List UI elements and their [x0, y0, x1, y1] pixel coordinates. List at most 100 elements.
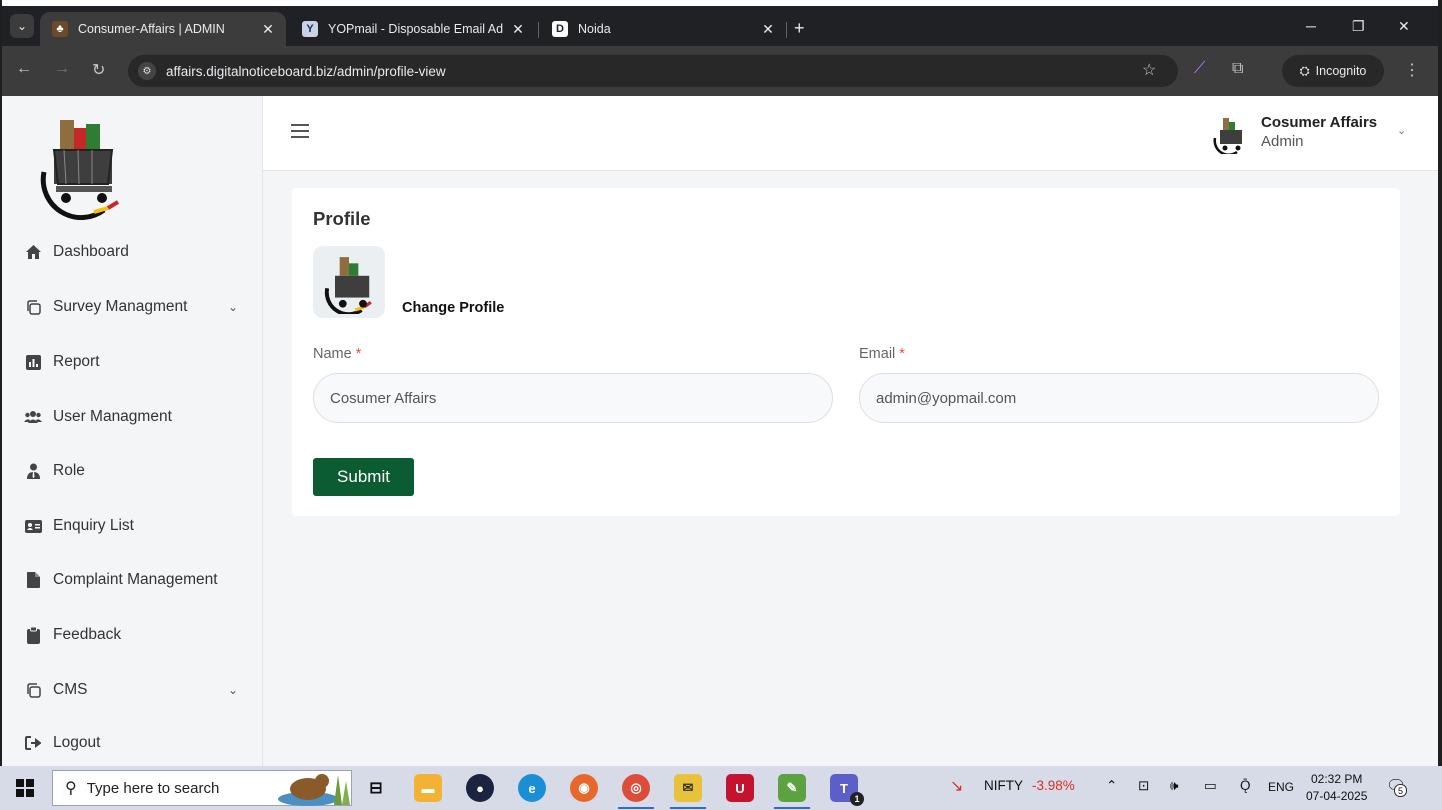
chevron-up-icon[interactable]: ⌃	[1106, 778, 1117, 794]
close-tab-icon[interactable]: ✕	[758, 21, 778, 38]
minimize-icon[interactable]: ─	[1306, 18, 1316, 34]
teams-icon[interactable]: T1	[830, 774, 864, 806]
forward-icon[interactable]: →	[54, 60, 70, 78]
tab-noida[interactable]: D Noida ✕	[540, 12, 786, 46]
back-icon[interactable]: ←	[16, 60, 32, 78]
sidebar-item-logout[interactable]: Logout	[24, 729, 244, 757]
sidebar-item-cms[interactable]: CMS ⌄	[24, 676, 244, 704]
windows-start-icon[interactable]	[16, 779, 34, 797]
reload-icon[interactable]: ↻	[92, 60, 105, 80]
yopmail-favicon-icon: Y	[302, 21, 318, 37]
user-name[interactable]: Cosumer Affairs	[1261, 114, 1377, 131]
address-bar[interactable]: ⚙ affairs.digitalnoticeboard.biz/admin/p…	[128, 55, 1178, 87]
mcafee-icon[interactable]: U	[726, 774, 754, 802]
change-profile-link[interactable]: Change Profile	[402, 300, 504, 316]
chevron-down-icon: ⌄	[16, 19, 28, 33]
tab-title: Consumer-Affairs | ADMIN	[78, 22, 225, 36]
restore-icon[interactable]: ❐	[1352, 18, 1365, 35]
bookmark-star-icon[interactable]: ☆	[1142, 60, 1156, 80]
tab-consumer-affairs[interactable]: ♣ Consumer-Affairs | ADMIN ✕	[40, 12, 286, 46]
search-icon: ⚲	[65, 780, 77, 797]
hamburger-menu-icon[interactable]	[291, 124, 309, 138]
eclipse-icon[interactable]: ●	[466, 774, 494, 802]
incognito-icon: ⛭	[1299, 63, 1310, 78]
page-content: Dashboard Survey Managment ⌄ Report User…	[2, 96, 1438, 766]
nifty-change: -3.98%	[1032, 778, 1075, 793]
file-icon	[24, 571, 42, 589]
language-indicator[interactable]: ENG	[1268, 780, 1294, 794]
network-icon[interactable]: ⊡	[1138, 778, 1149, 794]
new-tab-button[interactable]: +	[794, 18, 805, 39]
required-mark: *	[899, 346, 905, 362]
email-field[interactable]	[859, 373, 1379, 423]
volume-icon[interactable]: 🕪	[1170, 778, 1179, 794]
incognito-indicator[interactable]: ⛭ Incognito	[1282, 55, 1384, 87]
user-tie-icon	[24, 462, 42, 480]
notifications-icon[interactable]: 🗨5	[1386, 776, 1407, 797]
battery-icon[interactable]: ▭	[1204, 778, 1217, 794]
sidebar-item-survey-managment[interactable]: Survey Managment ⌄	[24, 293, 244, 321]
page-title: Profile	[313, 208, 371, 229]
tab-search-button[interactable]: ⌄	[10, 14, 34, 38]
name-field[interactable]	[313, 373, 833, 423]
sidebar-item-dashboard[interactable]: Dashboard	[24, 238, 244, 266]
sidebar-item-role[interactable]: Role	[24, 457, 244, 485]
copy-icon	[24, 681, 42, 699]
active-app-indicator	[774, 807, 810, 809]
top-header: Cosumer Affairs Admin ⌄	[263, 96, 1438, 171]
name-label-text: Name	[313, 346, 352, 362]
feather-extension-icon[interactable]: ⟋	[1194, 60, 1205, 78]
close-window-icon[interactable]: ✕	[1398, 18, 1410, 35]
notification-count: 5	[1394, 784, 1407, 797]
system-clock[interactable]: 02:32 PM 07-04-2025	[1306, 771, 1367, 805]
beaver-search-highlight-icon	[278, 774, 350, 806]
chevron-down-icon: ⌄	[227, 683, 238, 697]
tab-yopmail[interactable]: Y YOPmail - Disposable Email Ad ✕	[290, 12, 536, 46]
edge-icon[interactable]: e	[518, 774, 546, 802]
sidebar-item-label: Enquiry List	[53, 517, 134, 534]
nifty-label[interactable]: NIFTY	[984, 778, 1023, 793]
url-text: affairs.digitalnoticeboard.biz/admin/pro…	[166, 63, 446, 79]
sidebar-item-label: Report	[53, 353, 100, 370]
sidebar-item-complaint-management[interactable]: Complaint Management	[24, 566, 244, 594]
input-mode-icon[interactable]: Ǭ	[1240, 778, 1251, 793]
file-explorer-icon[interactable]: ▬	[414, 774, 442, 802]
teams-badge: 1	[850, 792, 864, 806]
id-card-icon	[24, 517, 42, 535]
extensions-icon[interactable]: ⧉	[1232, 60, 1243, 78]
copy-icon	[24, 298, 42, 316]
task-view-icon[interactable]: ⊟	[362, 774, 390, 802]
basket-favicon-icon: ♣	[52, 21, 68, 37]
clock-date: 07-04-2025	[1306, 789, 1368, 803]
submit-button[interactable]: Submit	[313, 458, 414, 496]
profile-image[interactable]	[313, 246, 385, 318]
active-app-indicator	[618, 807, 654, 809]
sidebar-item-user-managment[interactable]: User Managment	[24, 403, 244, 431]
sidebar-item-enquiry-list[interactable]: Enquiry List	[24, 512, 244, 540]
incognito-label: Incognito	[1315, 64, 1367, 78]
sidebar-item-label: Role	[53, 462, 85, 479]
chevron-down-icon: ⌄	[227, 300, 238, 314]
chrome-icon[interactable]: ◎	[622, 774, 650, 802]
close-tab-icon[interactable]: ✕	[508, 21, 528, 38]
close-tab-icon[interactable]: ✕	[258, 21, 278, 38]
consumer-affairs-logo	[40, 120, 120, 220]
sidebar: Dashboard Survey Managment ⌄ Report User…	[2, 96, 263, 766]
sticky-app-icon[interactable]: ✉	[674, 774, 702, 802]
sidebar-item-report[interactable]: Report	[24, 348, 244, 376]
notepad-icon[interactable]: ✎	[778, 774, 806, 802]
bar-chart-icon	[24, 353, 42, 371]
search-placeholder: Type here to search	[86, 779, 220, 797]
user-avatar[interactable]	[1211, 114, 1247, 154]
sidebar-item-label: Dashboard	[53, 243, 129, 260]
users-icon	[24, 408, 42, 426]
browser-menu-icon[interactable]: ⋮	[1404, 60, 1420, 80]
site-info-icon[interactable]: ⚙	[138, 62, 156, 80]
browser-toolbar: ← → ↻ ⚙ affairs.digitalnoticeboard.biz/a…	[2, 46, 1438, 96]
profile-card: Profile Change Profile Name * Email * Su…	[292, 188, 1400, 516]
sidebar-item-label: Survey Managment	[53, 298, 188, 315]
sidebar-item-feedback[interactable]: Feedback	[24, 621, 244, 649]
firefox-icon[interactable]: ◉	[570, 774, 598, 802]
email-label: Email *	[859, 346, 905, 362]
chevron-down-icon[interactable]: ⌄	[1397, 124, 1406, 137]
